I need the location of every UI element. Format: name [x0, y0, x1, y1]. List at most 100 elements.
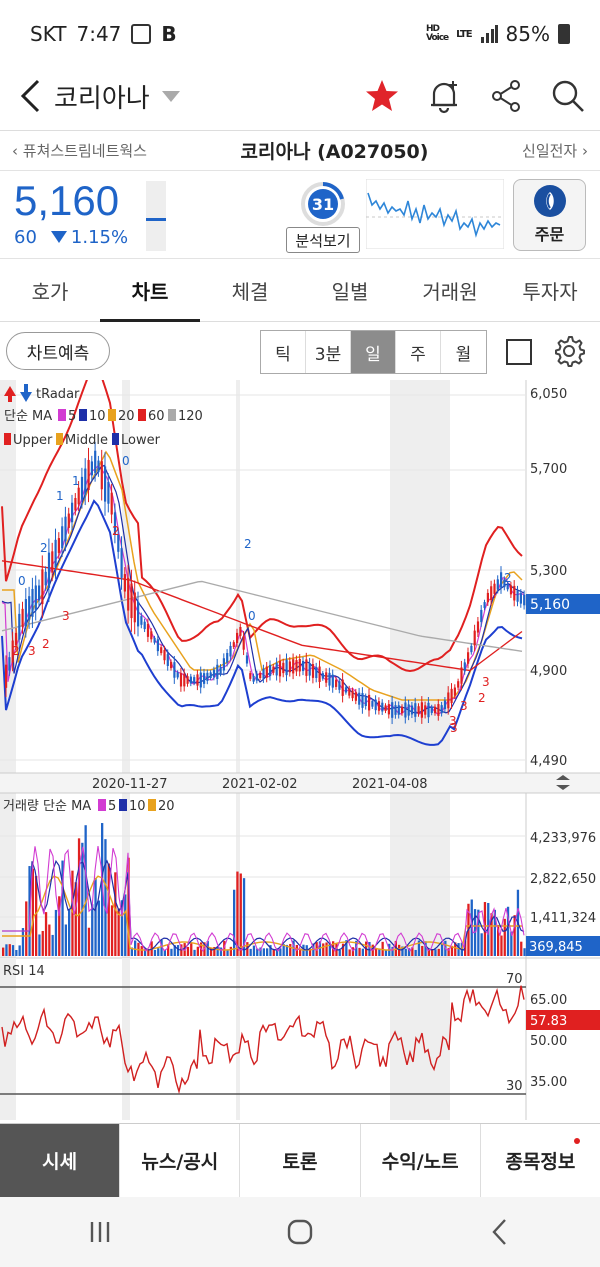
period-month[interactable]: 월 — [441, 331, 486, 373]
volume-bar — [134, 940, 137, 956]
app-header: 코리아나 — [0, 68, 600, 124]
order-button[interactable]: 주문 — [513, 179, 586, 251]
period-tick[interactable]: 틱 — [261, 331, 306, 373]
bottom-tab-news[interactable]: 뉴스/공시 — [120, 1124, 241, 1197]
analysis-score-badge[interactable]: 31 — [300, 181, 346, 227]
price-chart-svg[interactable]: 011020222 3 23233233 6,050 5,700 5,300 4,9… — [0, 359, 600, 1120]
candle-body — [255, 673, 258, 681]
stock-dropdown-icon[interactable] — [161, 90, 180, 102]
chart-predict-button[interactable]: 차트예측 — [6, 332, 110, 370]
intraday-minichart[interactable] — [366, 179, 504, 249]
current-volume-tag-label: 369,845 — [529, 940, 583, 955]
svg-text:10: 10 — [89, 409, 106, 424]
candle-body — [252, 675, 255, 682]
bottom-tab-discussion[interactable]: 토론 — [240, 1124, 361, 1197]
current-rsi-tag-label: 57.83 — [530, 1014, 567, 1029]
home-icon[interactable] — [280, 1212, 320, 1252]
candle-body — [368, 694, 371, 711]
candle-body — [189, 676, 192, 684]
bottom-tab-info[interactable]: 종목정보 — [481, 1124, 600, 1197]
analysis-button[interactable]: 분석보기 — [286, 227, 360, 253]
candle-body — [430, 707, 433, 713]
candle-body — [41, 569, 44, 605]
bottom-tab-quote[interactable]: 시세 — [0, 1124, 121, 1197]
recent-apps-icon[interactable] — [80, 1212, 120, 1252]
candle-body — [249, 673, 252, 679]
svg-text:tRadar: tRadar — [36, 387, 80, 402]
candle-body — [110, 492, 113, 515]
candle-body — [259, 672, 262, 679]
candle-body — [163, 649, 166, 661]
candle-body — [354, 692, 357, 701]
y-tick-label: 5,700 — [530, 462, 567, 477]
next-stock-link[interactable]: 신일전자 › — [522, 140, 588, 161]
candle-body — [47, 552, 51, 588]
candle-body — [199, 672, 202, 688]
candle-body — [519, 593, 522, 604]
volume-bar — [193, 949, 196, 956]
volume-bar — [176, 945, 180, 956]
candle-body — [31, 588, 34, 617]
candle-body — [387, 704, 390, 715]
candle-body — [245, 655, 249, 664]
volume-bar — [252, 945, 256, 956]
period-day[interactable]: 일 — [351, 331, 396, 373]
volume-bar — [84, 825, 87, 956]
back-icon[interactable] — [14, 78, 48, 114]
candle-body — [391, 702, 394, 718]
volume-bar — [81, 842, 84, 956]
star-icon[interactable] — [364, 78, 400, 114]
page-title[interactable]: 코리아나 — [54, 78, 150, 115]
chart-checkbox[interactable] — [506, 339, 532, 365]
candle-body — [496, 579, 499, 590]
candle-body — [133, 592, 136, 623]
prev-stock-link[interactable]: ‹ 퓨쳐스트림네트웍스 — [12, 140, 147, 161]
tab-daily[interactable]: 일별 — [300, 259, 400, 321]
volume-bar — [196, 946, 199, 956]
candle-body — [51, 551, 54, 573]
candle-body — [222, 658, 225, 671]
period-3min[interactable]: 3분 — [306, 331, 351, 373]
candle-body — [394, 705, 397, 715]
tab-hoga[interactable]: 호가 — [0, 259, 100, 321]
candle-body — [513, 585, 516, 601]
lte-icon: LTE — [456, 28, 472, 40]
volume-bar — [325, 942, 328, 956]
period-week[interactable]: 주 — [396, 331, 441, 373]
candle-body — [490, 586, 493, 601]
svg-text:5: 5 — [68, 409, 76, 424]
volume-bar — [18, 945, 21, 956]
candle-body — [262, 668, 265, 679]
volume-bar — [8, 944, 11, 956]
candle-body — [137, 601, 140, 627]
candle-body — [397, 705, 400, 715]
candle-body — [216, 664, 219, 680]
search-icon[interactable] — [550, 78, 586, 114]
candle-body — [407, 704, 410, 716]
tab-trades[interactable]: 체결 — [200, 259, 300, 321]
share-icon[interactable] — [488, 78, 524, 114]
candle-body — [463, 662, 466, 672]
candle-body — [417, 706, 420, 714]
bell-plus-icon[interactable] — [426, 78, 462, 114]
volume-bar — [434, 949, 437, 956]
candle-body — [480, 609, 483, 623]
candle-body — [292, 659, 295, 674]
radar-signal-label: 1 — [56, 489, 64, 503]
volume-bar — [11, 945, 15, 956]
candle-body — [351, 690, 354, 699]
volume-bar — [190, 943, 193, 956]
tab-chart[interactable]: 차트 — [100, 259, 200, 322]
tab-brokers[interactable]: 거래원 — [400, 259, 500, 321]
volume-bar — [140, 946, 143, 956]
rsi-tick-label: 65.00 — [530, 993, 567, 1008]
candle-body — [94, 450, 97, 473]
bottom-tab-notes[interactable]: 수익/노트 — [361, 1124, 481, 1197]
tab-investors[interactable]: 투자자 — [500, 259, 600, 321]
chart-area[interactable]: 011020222323233233 6,050 5,700 5,300 4,9… — [0, 359, 600, 1120]
y-tick-label: 4,900 — [530, 664, 567, 679]
candle-body — [269, 664, 272, 677]
back-nav-icon[interactable] — [480, 1212, 520, 1252]
gear-icon[interactable] — [552, 334, 586, 368]
radar-signal-label: 2 — [112, 524, 120, 538]
